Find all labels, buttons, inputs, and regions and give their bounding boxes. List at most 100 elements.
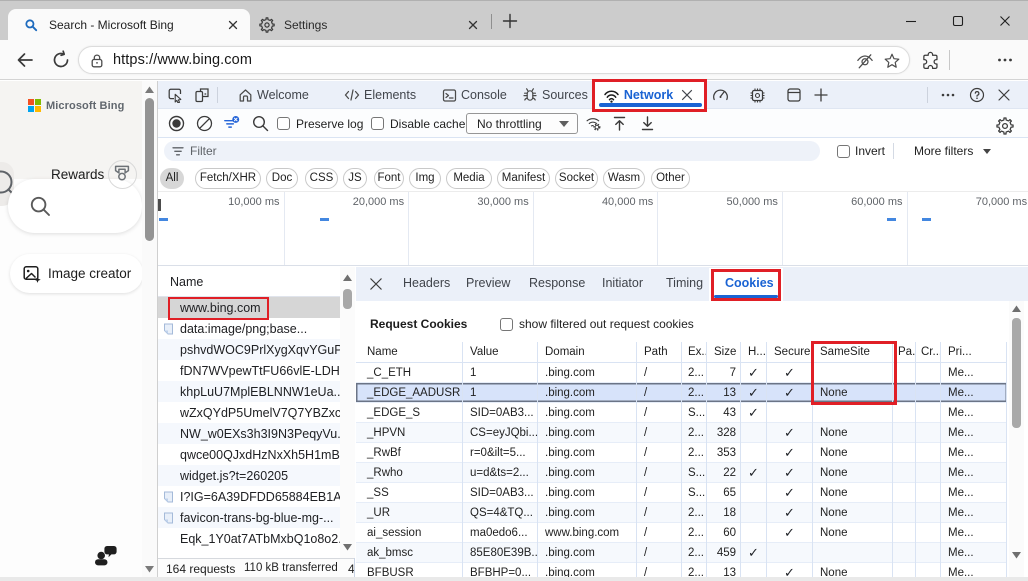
network-conditions-icon[interactable]	[585, 115, 602, 132]
network-overview-timeline[interactable]: 10,000 ms20,000 ms30,000 ms40,000 ms50,0…	[158, 191, 1028, 266]
request-list-header[interactable]: Name	[158, 267, 354, 297]
window-close-button[interactable]	[982, 1, 1028, 41]
details-tab-timing[interactable]: Timing	[666, 276, 703, 290]
memory-icon[interactable]	[749, 87, 766, 104]
address-bar[interactable]: https://www.bing.com	[78, 46, 910, 74]
invert-checkbox[interactable]	[837, 145, 850, 158]
devtools-close-icon[interactable]	[996, 87, 1012, 103]
feedback-icon[interactable]	[94, 545, 118, 566]
column-header-domain[interactable]: Domain	[538, 342, 637, 362]
type-pill-manifest[interactable]: Manifest	[497, 168, 550, 189]
cookie-row[interactable]: _C_ETH1.bing.com/2...7✓✓Me...	[356, 363, 1007, 383]
application-icon[interactable]	[786, 87, 802, 103]
request-row[interactable]: khpLuU7MplEBLNNW1eUa...	[158, 381, 354, 402]
request-row[interactable]: fDN7WVpewTtFU66vlE-LDH...	[158, 360, 354, 381]
import-har-icon[interactable]	[611, 115, 628, 132]
column-header-cross[interactable]: Cr...	[916, 342, 941, 362]
browser-menu-icon[interactable]	[996, 51, 1014, 69]
devtools-tab-elements[interactable]: Elements	[344, 81, 416, 109]
type-pill-all[interactable]: All	[160, 168, 184, 189]
cookie-row[interactable]: _SSSID=0AB3....bing.com/S...65✓NoneMe...	[356, 483, 1007, 503]
request-row[interactable]: favicon-trans-bg-blue-mg-...	[158, 507, 354, 528]
details-scrollbar[interactable]	[1009, 301, 1024, 577]
column-header-secure[interactable]: Secure	[767, 342, 813, 362]
type-pill-wasm[interactable]: Wasm	[603, 168, 645, 189]
details-scrollbar-thumb[interactable]	[1012, 318, 1021, 428]
image-creator-button[interactable]: Image creator	[10, 254, 143, 293]
page-scrollbar-thumb[interactable]	[145, 98, 154, 241]
type-pill-other[interactable]: Other	[651, 168, 690, 189]
devtools-tab-welcome[interactable]: Welcome	[238, 81, 309, 109]
devtools-tab-sources[interactable]: Sources	[522, 81, 588, 109]
performance-icon[interactable]	[712, 87, 729, 104]
cookie-row[interactable]: ak_bmsc85E80E39B....bing.com/2...459✓Me.…	[356, 543, 1007, 563]
refresh-button[interactable]	[51, 50, 71, 70]
scroll-up-icon[interactable]	[145, 86, 154, 94]
window-maximize-button[interactable]	[935, 1, 981, 41]
column-header-expires[interactable]: Ex...	[682, 342, 707, 362]
cookie-row[interactable]: _URQS=4&TQ....bing.com/2...18✓NoneMe...	[356, 503, 1007, 523]
filter-input[interactable]: Filter	[164, 141, 820, 161]
browser-tab-settings[interactable]: Settings	[252, 9, 490, 41]
cookie-row[interactable]: _EDGE_SSID=0AB3....bing.com/S...43✓Me...	[356, 403, 1007, 423]
details-tab-response[interactable]: Response	[529, 276, 585, 290]
clear-button[interactable]	[196, 115, 213, 132]
tab-close-icon[interactable]	[466, 18, 480, 32]
back-button[interactable]	[15, 50, 35, 70]
request-row[interactable]: Eqk_1Y0at7ATbMxbQ1o8o2...	[158, 528, 354, 549]
record-button[interactable]	[168, 115, 185, 132]
type-pill-css[interactable]: CSS	[305, 168, 338, 189]
devtools-menu-icon[interactable]	[940, 87, 956, 103]
search-network-button[interactable]	[252, 115, 269, 132]
more-tools-plus-icon[interactable]	[813, 87, 829, 103]
scroll-down-icon[interactable]	[1012, 551, 1021, 559]
cookie-row[interactable]: _RwBfr=0&ilt=5....bing.com/2...353✓NoneM…	[356, 443, 1007, 463]
tracking-prevention-icon[interactable]	[855, 52, 875, 71]
request-row[interactable]: pshvdWOC9PrlXygXqvYGuP...	[158, 339, 354, 360]
request-row[interactable]: data:image/png;base...	[158, 318, 354, 339]
new-tab-button[interactable]	[501, 12, 519, 30]
type-pill-font[interactable]: Font	[374, 168, 404, 189]
cookie-row[interactable]: BFBUSRBFBHP=0....bing.com/2...13✓NoneMe.…	[356, 563, 1007, 577]
show-filtered-checkbox[interactable]	[500, 318, 513, 331]
column-header-path[interactable]: Path	[637, 342, 682, 362]
network-settings-gear-icon[interactable]	[996, 117, 1014, 135]
request-row[interactable]: wZxQYdP5UmelV7Q7YBZxc...	[158, 402, 354, 423]
request-list-scrollbar[interactable]	[340, 267, 355, 558]
type-pill-media[interactable]: Media	[446, 168, 492, 189]
filter-button-active[interactable]	[224, 115, 241, 132]
show-filtered-label[interactable]: show filtered out request cookies	[519, 317, 694, 331]
type-pill-socket[interactable]: Socket	[555, 168, 598, 189]
devtools-tab-console[interactable]: Console	[442, 81, 507, 109]
type-pill-fetchxhr[interactable]: Fetch/XHR	[195, 168, 261, 189]
cookie-row[interactable]: _HPVNCS=eyJQbi....bing.com/2...328✓NoneM…	[356, 423, 1007, 443]
preserve-log-label[interactable]: Preserve log	[296, 117, 363, 131]
extensions-puzzle-icon[interactable]	[921, 50, 941, 70]
close-details-icon[interactable]	[369, 277, 383, 291]
export-har-icon[interactable]	[639, 115, 656, 132]
more-filters-label[interactable]: More filters	[914, 144, 973, 158]
column-header-priority[interactable]: Pri...	[941, 342, 1007, 362]
scroll-down-icon[interactable]	[343, 543, 352, 551]
column-header-http[interactable]: H...	[741, 342, 767, 362]
details-tab-initiator[interactable]: Initiator	[602, 276, 643, 290]
window-minimize-button[interactable]	[888, 1, 934, 41]
type-pill-js[interactable]: JS	[343, 168, 367, 189]
request-row[interactable]: I?IG=6A39DFDD65884EB1A...	[158, 486, 354, 507]
inspect-element-icon[interactable]	[167, 87, 183, 103]
preserve-log-checkbox[interactable]	[277, 117, 290, 130]
request-row[interactable]: widget.js?t=260205	[158, 465, 354, 486]
favorites-star-icon[interactable]	[883, 52, 901, 70]
cookie-row[interactable]: _EDGE_AADUSR1.bing.com/2...13✓✓NoneMe...	[356, 383, 1007, 403]
type-pill-doc[interactable]: Doc	[266, 168, 298, 189]
tab-close-icon[interactable]	[226, 18, 240, 32]
disable-cache-checkbox[interactable]	[371, 117, 384, 130]
cookie-row[interactable]: _Rwhou=d&ts=2....bing.com/S...22✓✓NoneMe…	[356, 463, 1007, 483]
throttling-dropdown[interactable]: No throttling	[466, 113, 578, 134]
device-toolbar-icon[interactable]	[194, 87, 210, 103]
url-text[interactable]: https://www.bing.com	[113, 52, 252, 68]
request-row[interactable]: NW_w0EXs3h3I9N3PeqyVu...	[158, 423, 354, 444]
type-pill-img[interactable]: Img	[409, 168, 441, 189]
help-icon[interactable]	[969, 87, 985, 103]
column-header-value[interactable]: Value	[463, 342, 538, 362]
